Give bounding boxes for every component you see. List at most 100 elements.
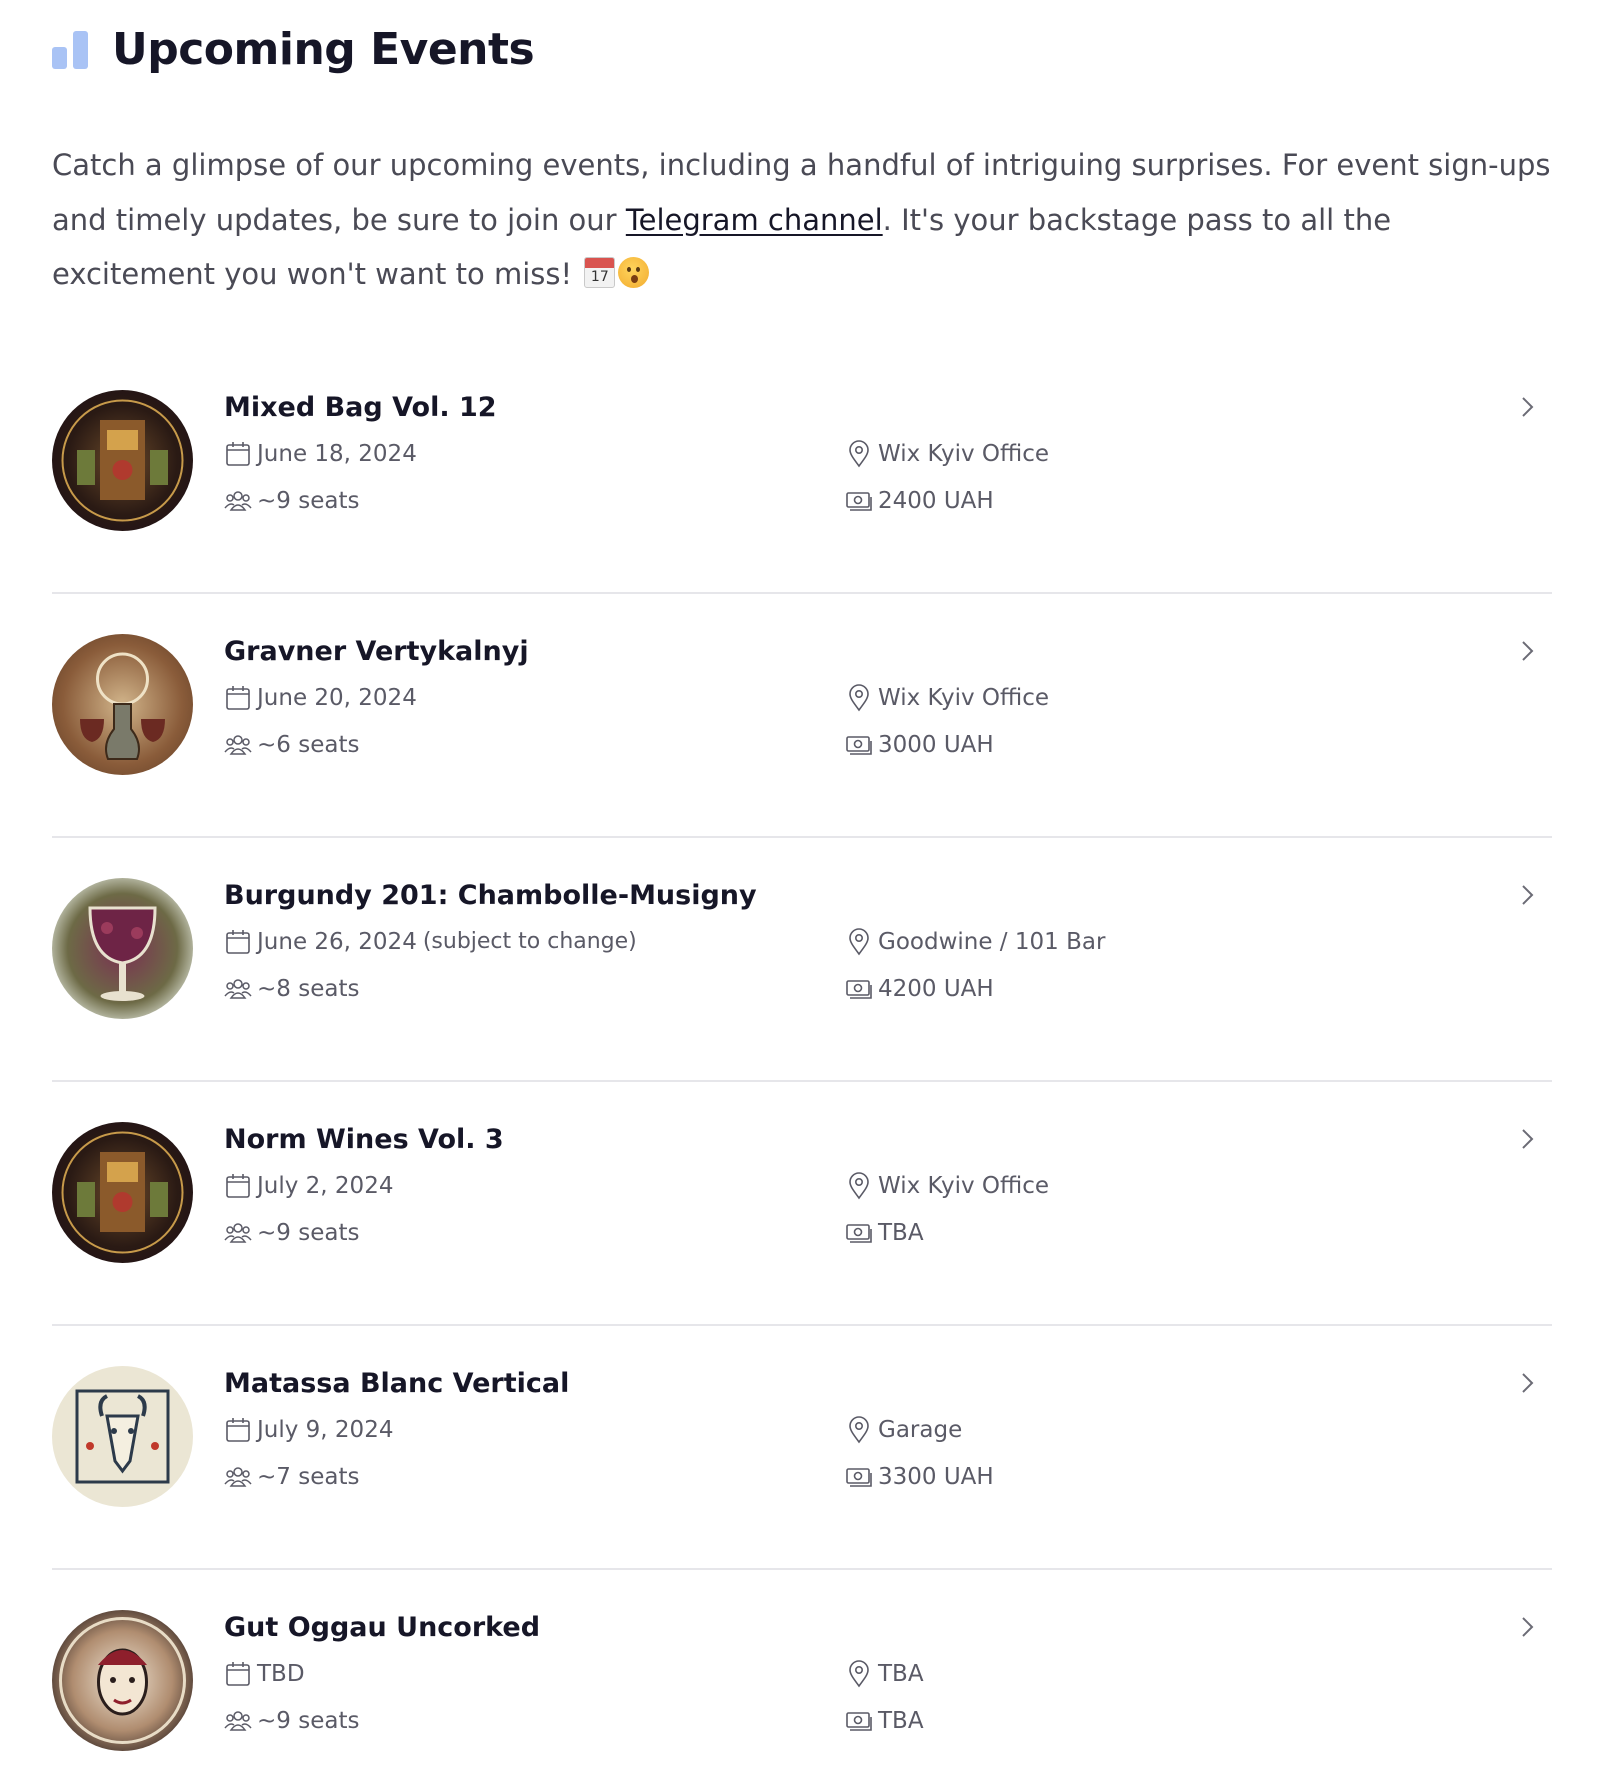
cash-icon xyxy=(846,1467,872,1487)
event-location-text: TBA xyxy=(878,1660,924,1687)
event-date-text: June 26, 2024 xyxy=(257,928,417,955)
calendar-emoji-icon: 17 xyxy=(584,257,616,288)
calendar-icon xyxy=(226,929,250,954)
people-icon xyxy=(224,1710,252,1731)
event-date: June 20, 2024 xyxy=(224,684,423,712)
event-location: Wix Kyiv Office xyxy=(845,683,1050,712)
events-page: Upcoming Events Catch a glimpse of our u… xyxy=(52,0,1552,1775)
event-price-text: TBA xyxy=(878,1707,924,1734)
event-price: 4200 UAH xyxy=(845,975,994,1003)
map-pin-icon xyxy=(849,439,869,467)
event-price-text: TBA xyxy=(878,1219,924,1246)
event-seats-text: ~9 seats xyxy=(257,487,360,514)
event-date-text: TBD xyxy=(257,1660,305,1687)
event-seats: ~8 seats xyxy=(224,975,359,1003)
shushing-face-emoji-icon xyxy=(618,257,650,288)
event-price: 3300 UAH xyxy=(845,1463,994,1491)
event-price: TBA xyxy=(845,1219,924,1247)
event-row[interactable]: Norm Wines Vol. 3 July 2, 2024 ~9 seats … xyxy=(52,1082,1552,1326)
intro-paragraph: Catch a glimpse of our upcoming events, … xyxy=(52,138,1552,302)
event-location-text: Wix Kyiv Office xyxy=(878,440,1050,467)
cash-icon xyxy=(846,1711,872,1731)
event-seats: ~6 seats xyxy=(224,731,359,759)
cash-icon xyxy=(846,979,872,999)
people-icon xyxy=(224,734,252,755)
event-title: Norm Wines Vol. 3 xyxy=(224,1123,504,1155)
event-price-text: 3000 UAH xyxy=(878,731,994,758)
cash-icon xyxy=(846,491,872,511)
event-date: June 26, 2024 (subject to change) xyxy=(224,928,637,956)
event-location-text: Wix Kyiv Office xyxy=(878,684,1050,711)
people-icon xyxy=(224,978,252,999)
cash-icon xyxy=(846,735,872,755)
event-image xyxy=(52,633,193,775)
bar-chart-icon xyxy=(52,29,92,69)
event-seats-text: ~9 seats xyxy=(257,1707,360,1734)
telegram-channel-link[interactable]: Telegram channel xyxy=(626,203,883,237)
event-seats-text: ~9 seats xyxy=(257,1219,360,1246)
event-title: Mixed Bag Vol. 12 xyxy=(224,391,497,423)
event-location: TBA xyxy=(845,1659,924,1688)
event-title: Matassa Blanc Vertical xyxy=(224,1367,570,1399)
event-location-text: Garage xyxy=(878,1416,963,1443)
map-pin-icon xyxy=(849,1415,869,1443)
event-row[interactable]: Gravner Vertykalnyj June 20, 2024 ~6 sea… xyxy=(52,594,1552,838)
calendar-icon xyxy=(226,441,250,466)
event-price: 2400 UAH xyxy=(845,487,994,515)
event-seats-text: ~7 seats xyxy=(257,1463,360,1490)
event-price-text: 2400 UAH xyxy=(878,487,994,514)
map-pin-icon xyxy=(849,927,869,955)
calendar-icon xyxy=(226,685,250,710)
event-row[interactable]: Burgundy 201: Chambolle-Musigny June 26,… xyxy=(52,838,1552,1082)
event-date: July 9, 2024 xyxy=(224,1416,399,1444)
calendar-icon xyxy=(226,1173,250,1198)
event-row[interactable]: Mixed Bag Vol. 12 June 18, 2024 ~9 seats… xyxy=(52,350,1552,594)
event-seats: ~9 seats xyxy=(224,1219,359,1247)
event-image xyxy=(52,1365,193,1507)
event-list: Mixed Bag Vol. 12 June 18, 2024 ~9 seats… xyxy=(52,350,1552,1775)
page-header: Upcoming Events xyxy=(52,0,1552,98)
event-image xyxy=(52,389,193,531)
event-title: Gut Oggau Uncorked xyxy=(224,1611,541,1643)
event-seats: ~9 seats xyxy=(224,487,359,515)
chevron-right-icon[interactable] xyxy=(1514,1370,1540,1396)
map-pin-icon xyxy=(849,1659,869,1687)
event-title: Burgundy 201: Chambolle-Musigny xyxy=(224,879,757,911)
chevron-right-icon[interactable] xyxy=(1514,882,1540,908)
chevron-right-icon[interactable] xyxy=(1514,1126,1540,1152)
event-date-text: July 2, 2024 xyxy=(257,1172,394,1199)
people-icon xyxy=(224,1222,252,1243)
event-location: Garage xyxy=(845,1415,963,1444)
people-icon xyxy=(224,1466,252,1487)
event-price: 3000 UAH xyxy=(845,731,994,759)
event-seats-text: ~6 seats xyxy=(257,731,360,758)
event-image xyxy=(52,1121,193,1263)
page-title: Upcoming Events xyxy=(112,23,535,75)
event-price-text: 4200 UAH xyxy=(878,975,994,1002)
calendar-icon xyxy=(226,1417,250,1442)
event-date-note: (subject to change) xyxy=(422,929,637,954)
event-seats: ~7 seats xyxy=(224,1463,359,1491)
event-location-text: Goodwine / 101 Bar xyxy=(878,928,1106,955)
event-date: July 2, 2024 xyxy=(224,1172,399,1200)
event-image xyxy=(52,1609,193,1751)
event-location: Wix Kyiv Office xyxy=(845,1171,1050,1200)
event-row[interactable]: Matassa Blanc Vertical July 9, 2024 ~7 s… xyxy=(52,1326,1552,1570)
event-title: Gravner Vertykalnyj xyxy=(224,635,529,667)
chevron-right-icon[interactable] xyxy=(1514,638,1540,664)
event-image xyxy=(52,877,193,1019)
event-date: TBD xyxy=(224,1660,311,1688)
event-date-text: June 18, 2024 xyxy=(257,440,417,467)
event-price-text: 3300 UAH xyxy=(878,1463,994,1490)
event-location-text: Wix Kyiv Office xyxy=(878,1172,1050,1199)
map-pin-icon xyxy=(849,1171,869,1199)
event-date: June 18, 2024 xyxy=(224,440,423,468)
event-row[interactable]: Gut Oggau Uncorked TBD ~9 seats TBA TBA xyxy=(52,1570,1552,1775)
chevron-right-icon[interactable] xyxy=(1514,394,1540,420)
cash-icon xyxy=(846,1223,872,1243)
map-pin-icon xyxy=(849,683,869,711)
event-price: TBA xyxy=(845,1707,924,1735)
chevron-right-icon[interactable] xyxy=(1514,1614,1540,1640)
event-date-text: July 9, 2024 xyxy=(257,1416,394,1443)
event-seats-text: ~8 seats xyxy=(257,975,360,1002)
